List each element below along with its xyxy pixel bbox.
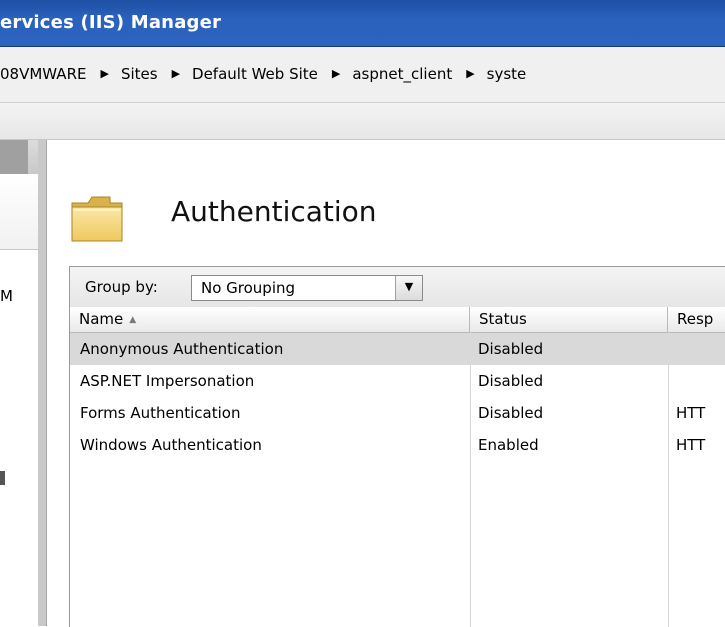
chevron-down-icon[interactable]: ▼ bbox=[395, 276, 422, 300]
table-row[interactable]: ASP.NET Impersonation Disabled bbox=[70, 365, 725, 397]
breadcrumb-item-sites[interactable]: Sites bbox=[121, 62, 158, 86]
feature-view: Authentication Group by: No Grouping ▼ N… bbox=[47, 140, 725, 627]
cell-response-type bbox=[676, 333, 725, 365]
column-header-status-label: Status bbox=[479, 310, 527, 328]
breadcrumb: 08VMWARE ▶ Sites ▶ Default Web Site ▶ aspnet_c… bbox=[0, 61, 526, 85]
group-by-value: No Grouping bbox=[201, 279, 296, 297]
breadcrumb-item-system[interactable]: syste bbox=[487, 62, 527, 86]
connections-scrollbar[interactable] bbox=[38, 140, 46, 626]
column-header-row: Name ▲ Status Resp bbox=[70, 307, 725, 333]
group-by-label: Group by: bbox=[85, 278, 158, 296]
column-header-name-label: Name bbox=[79, 310, 124, 328]
cell-response-type: HTT bbox=[676, 404, 706, 422]
table-row[interactable]: Forms Authentication Disabled HTT bbox=[70, 397, 725, 429]
cell-status: Disabled bbox=[478, 404, 544, 422]
tree-node-server[interactable]: M bbox=[0, 287, 13, 305]
chevron-right-icon[interactable]: ▶ bbox=[466, 62, 474, 86]
cell-status: Enabled bbox=[478, 436, 539, 454]
chevron-right-icon[interactable]: ▶ bbox=[332, 62, 340, 86]
cell-status: Disabled bbox=[478, 372, 544, 390]
column-header-name[interactable]: Name ▲ bbox=[70, 307, 470, 332]
breadcrumb-item-default-web-site[interactable]: Default Web Site bbox=[192, 62, 318, 86]
window-title: ervices (IIS) Manager bbox=[0, 12, 222, 33]
table-row[interactable]: Anonymous Authentication Disabled bbox=[70, 333, 725, 365]
connections-header bbox=[0, 140, 28, 174]
title-bar: ervices (IIS) Manager bbox=[0, 0, 725, 47]
column-header-status[interactable]: Status bbox=[470, 307, 668, 332]
cell-response-type: HTT bbox=[676, 436, 706, 454]
chevron-right-icon[interactable]: ▶ bbox=[172, 62, 180, 86]
chevron-right-icon[interactable]: ▶ bbox=[100, 62, 108, 86]
cell-name: ASP.NET Impersonation bbox=[80, 372, 255, 390]
cell-name: Windows Authentication bbox=[80, 436, 262, 454]
page-title: Authentication bbox=[171, 195, 377, 228]
connections-panel: M bbox=[0, 140, 47, 626]
authentication-grid: Group by: No Grouping ▼ Name ▲ Status Res… bbox=[69, 266, 725, 627]
sort-ascending-icon: ▲ bbox=[129, 315, 137, 325]
tree-node-marker bbox=[0, 471, 5, 485]
folder-icon bbox=[71, 196, 123, 242]
address-bar: 08VMWARE ▶ Sites ▶ Default Web Site ▶ aspnet_c… bbox=[0, 47, 725, 103]
cell-response-type bbox=[676, 365, 725, 397]
connections-toolbar bbox=[0, 174, 38, 250]
group-by-dropdown[interactable]: No Grouping ▼ bbox=[191, 275, 423, 301]
cell-name: Forms Authentication bbox=[80, 404, 241, 422]
column-header-response-type[interactable]: Resp bbox=[668, 307, 725, 332]
cell-name: Anonymous Authentication bbox=[80, 340, 284, 358]
cell-status: Disabled bbox=[478, 340, 544, 358]
column-header-response-type-label: Resp bbox=[677, 310, 714, 328]
toolbar bbox=[0, 103, 725, 140]
breadcrumb-item-server[interactable]: 08VMWARE bbox=[0, 62, 86, 86]
breadcrumb-item-aspnet-client[interactable]: aspnet_client bbox=[352, 62, 452, 86]
table-row[interactable]: Windows Authentication Enabled HTT bbox=[70, 429, 725, 461]
group-by-bar: Group by: No Grouping ▼ bbox=[70, 267, 725, 308]
